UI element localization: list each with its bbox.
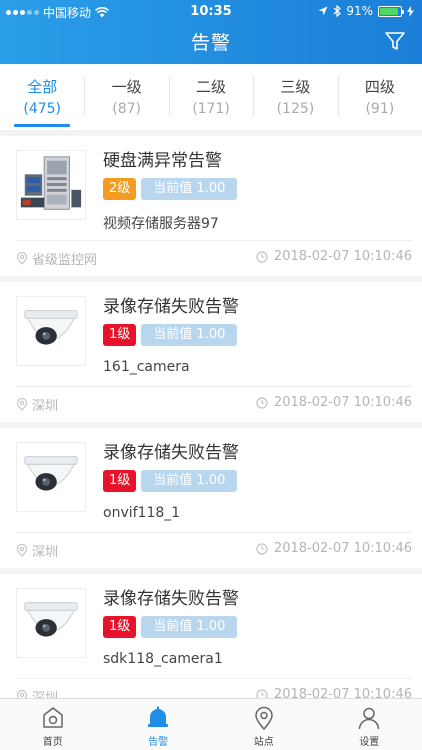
bell-icon — [148, 706, 169, 727]
alarm-time: 2018-02-07 10:10:46 — [273, 249, 412, 264]
status-bar: 中国移动 10:35 91% — [0, 0, 422, 22]
location-pin-icon — [16, 398, 28, 411]
alarm-source: sdk118_camera1 — [103, 651, 223, 667]
alarm-title: 录像存储失败告警 — [103, 589, 239, 609]
current-value-badge: 当前值 1.00 — [141, 324, 238, 346]
current-value-badge: 当前值 1.00 — [141, 178, 238, 200]
tab-count: (475) — [23, 101, 62, 117]
divider — [16, 678, 412, 679]
charging-icon — [407, 5, 414, 17]
battery-percent: 91% — [346, 4, 373, 18]
alarm-card[interactable]: 录像存储失败告警 1级 当前值 1.00 onvif118_1 深圳 2018-… — [0, 428, 422, 568]
alarm-source: onvif118_1 — [103, 505, 181, 521]
tabbar-label: 设置 — [359, 737, 380, 748]
current-value-badge: 当前值 1.00 — [141, 470, 238, 492]
divider — [16, 240, 412, 241]
level-badge: 1级 — [103, 324, 137, 346]
alarm-source: 161_camera — [103, 359, 190, 375]
tab-count: (87) — [112, 101, 141, 117]
dome-camera-image — [16, 588, 86, 658]
server-rack-image — [16, 150, 86, 220]
alarm-card[interactable]: 录像存储失败告警 1级 当前值 1.00 sdk118_camera1 深圳 2… — [0, 574, 422, 714]
tabbar-home[interactable]: 首页 — [0, 699, 106, 750]
alarm-source: 视频存储服务器97 — [103, 216, 219, 232]
alarm-list: 硬盘满异常告警 2级 当前值 1.00 视频存储服务器97 省级监控网 2018… — [0, 136, 422, 720]
level-badge: 1级 — [103, 470, 137, 492]
alarm-title: 录像存储失败告警 — [103, 443, 239, 463]
user-icon — [359, 707, 380, 730]
level-badge: 1级 — [103, 616, 137, 638]
tab-label: 三级 — [280, 78, 311, 96]
current-value-badge: 当前值 1.00 — [141, 616, 238, 638]
tabbar-label: 告警 — [148, 737, 169, 748]
tab-label: 全部 — [27, 78, 58, 96]
alarm-time: 2018-02-07 10:10:46 — [273, 541, 412, 556]
level-tabs: 全部 (475) 一级 (87) 二级 (171) 三级 (125) 四级 (9… — [0, 64, 422, 130]
tab-count: (171) — [192, 101, 230, 117]
clock-icon — [256, 396, 268, 409]
tab-count: (125) — [276, 101, 315, 117]
tab-level-2[interactable]: 二级 (171) — [168, 64, 253, 130]
tab-count: (91) — [365, 101, 395, 117]
alarm-time: 2018-02-07 10:10:46 — [273, 395, 412, 410]
location-pin-icon — [16, 252, 28, 265]
alarm-location: 深圳 — [32, 399, 59, 414]
clock-icon — [256, 542, 268, 555]
alarm-location: 深圳 — [32, 545, 59, 560]
alarm-location: 省级监控网 — [32, 253, 98, 268]
battery-icon — [378, 5, 404, 17]
location-pin-icon — [254, 706, 273, 731]
filter-icon[interactable] — [384, 30, 406, 52]
divider — [16, 386, 412, 387]
location-pin-icon — [16, 544, 28, 557]
tabbar-settings[interactable]: 设置 — [317, 699, 422, 750]
tab-label: 二级 — [196, 78, 227, 96]
alarm-card[interactable]: 硬盘满异常告警 2级 当前值 1.00 视频存储服务器97 省级监控网 2018… — [0, 136, 422, 276]
page-title: 告警 — [190, 32, 231, 54]
tabbar-sites[interactable]: 站点 — [211, 699, 317, 750]
location-arrow-icon — [318, 6, 328, 16]
level-badge: 2级 — [103, 178, 137, 200]
tab-all[interactable]: 全部 (475) — [0, 64, 84, 130]
tab-level-1[interactable]: 一级 (87) — [84, 64, 168, 130]
tab-level-3[interactable]: 三级 (125) — [253, 64, 337, 130]
header: 中国移动 10:35 91% 告警 — [0, 0, 422, 64]
tabbar-alarm[interactable]: 告警 — [106, 699, 212, 750]
nav-bar: 告警 — [0, 22, 422, 64]
alarm-title: 硬盘满异常告警 — [103, 151, 222, 171]
tab-label: 四级 — [364, 78, 395, 96]
clock-icon — [256, 250, 268, 263]
tab-level-4[interactable]: 四级 (91) — [337, 64, 422, 130]
tabbar-label: 站点 — [253, 737, 274, 748]
tab-label: 一级 — [111, 78, 142, 96]
bluetooth-icon — [333, 5, 342, 17]
alarm-card[interactable]: 录像存储失败告警 1级 当前值 1.00 161_camera 深圳 2018-… — [0, 282, 422, 422]
divider — [16, 532, 412, 533]
home-icon — [43, 707, 63, 728]
tabbar-label: 首页 — [42, 737, 63, 748]
dome-camera-image — [16, 296, 86, 366]
bottom-tab-bar: 首页 告警 站点 设置 — [0, 698, 422, 750]
alarm-title: 录像存储失败告警 — [103, 297, 239, 317]
dome-camera-image — [16, 442, 86, 512]
